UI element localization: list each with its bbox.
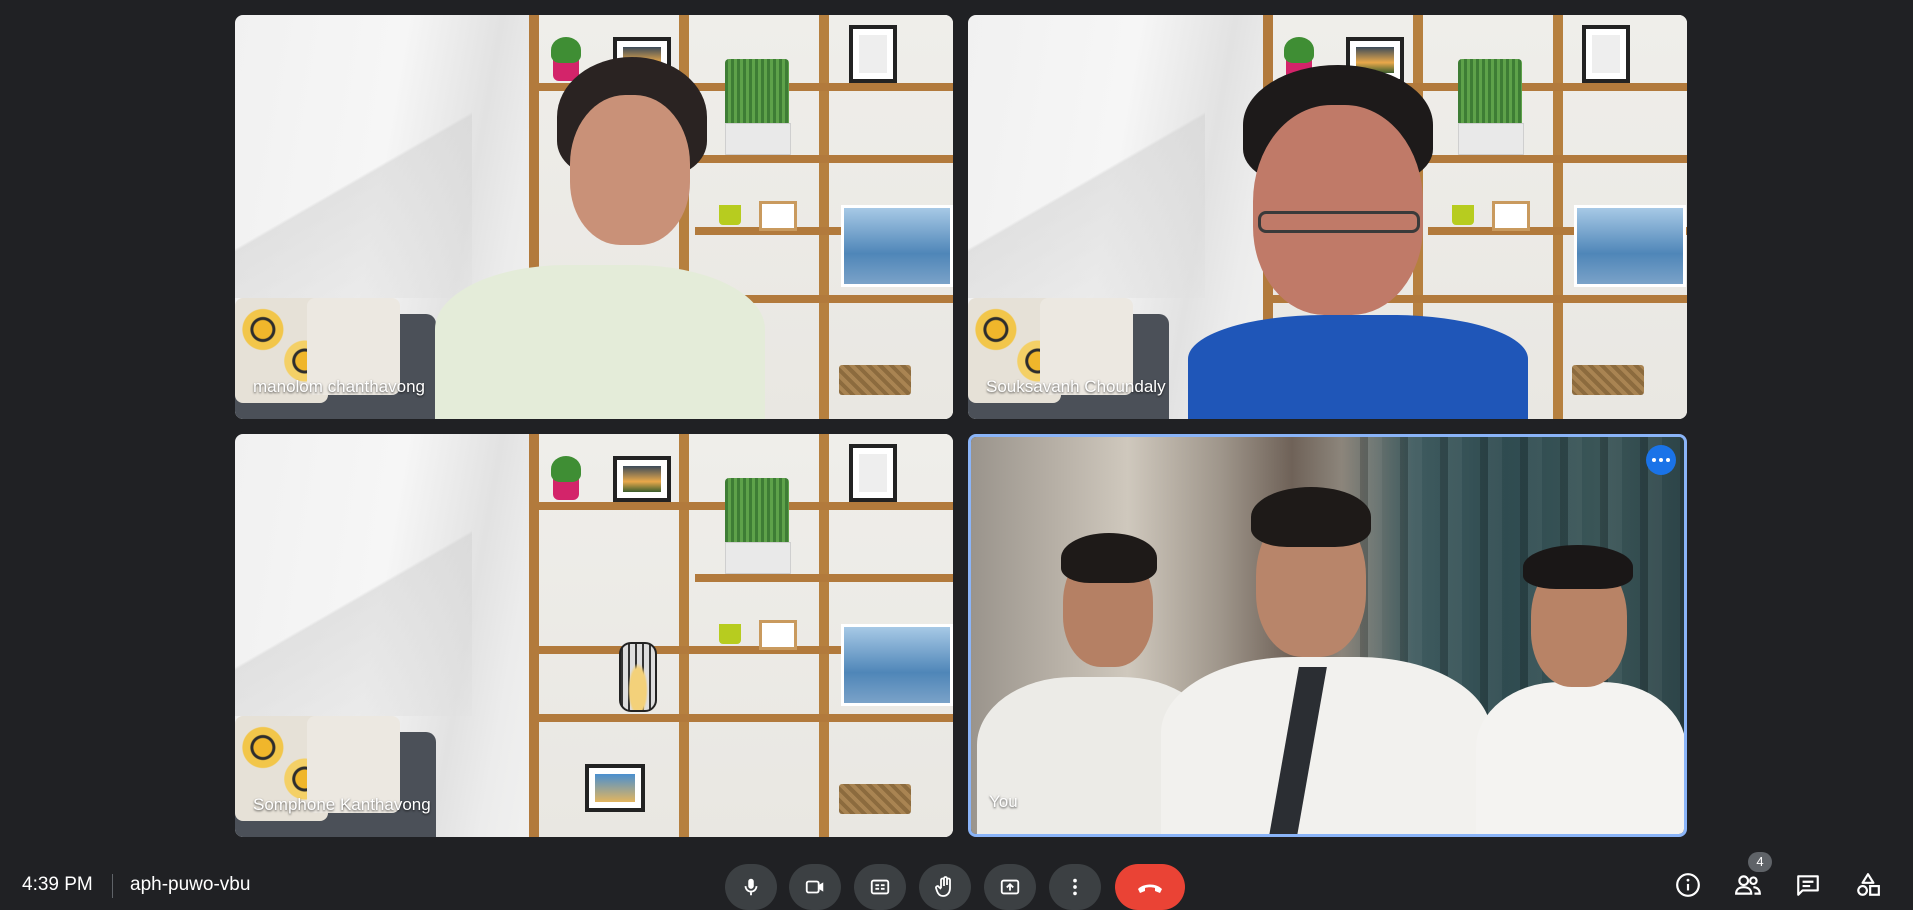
captions-icon (870, 879, 890, 895)
clock: 4:39 PM (22, 874, 93, 895)
shelf-plank (529, 714, 953, 722)
participant-hair (1061, 533, 1157, 583)
raise-hand-button[interactable] (919, 864, 971, 910)
basket (1572, 365, 1644, 395)
plant (1284, 37, 1314, 63)
captions-button[interactable] (854, 864, 906, 910)
picture-frame (849, 25, 897, 83)
landscape-picture (841, 205, 953, 287)
more-options-button[interactable] (1646, 445, 1676, 475)
more-options-menu-button[interactable] (1049, 864, 1101, 910)
shelf-plank (694, 155, 953, 163)
grass-plant (725, 478, 789, 542)
camera-icon (805, 880, 824, 894)
participant-count-badge: 4 (1748, 852, 1772, 872)
meeting-details-button[interactable] (1673, 870, 1703, 900)
basket (839, 365, 911, 395)
plant-pot (725, 123, 791, 155)
participant-face (570, 95, 690, 245)
plant (551, 456, 581, 482)
landscape-picture (841, 624, 953, 706)
participant-name: manolom chanthavong (253, 377, 426, 396)
microphone-icon (744, 878, 758, 896)
participant-hair (1251, 487, 1371, 547)
participant-hair (1523, 545, 1633, 589)
plant-pot (719, 624, 741, 644)
small-frame (759, 620, 797, 650)
chat-button[interactable] (1793, 870, 1823, 900)
divider (112, 874, 113, 898)
info-icon (1676, 873, 1700, 897)
small-frame (1492, 201, 1530, 231)
participant-body (435, 265, 765, 419)
present-button[interactable] (984, 864, 1036, 910)
meeting-controls-bar: 4:39 PM aph-puwo-vbu (0, 860, 1913, 910)
picture-frame (613, 456, 671, 502)
landscape-picture (1574, 205, 1686, 287)
participant-tile[interactable]: manolom chanthavong (235, 15, 953, 419)
small-frame (759, 201, 797, 231)
end-call-button[interactable] (1115, 864, 1185, 910)
participant-tile[interactable]: Souksavanh Choundaly (968, 15, 1687, 419)
participant-body (1161, 657, 1491, 834)
basket (839, 784, 911, 814)
participant-name: Somphone Kanthavong (253, 795, 431, 814)
lantern (619, 642, 657, 712)
wall-shadow (235, 514, 472, 717)
microphone-button[interactable] (725, 864, 777, 910)
plant-pot (1452, 205, 1474, 225)
grass-plant (725, 59, 789, 123)
raise-hand-icon (935, 876, 951, 897)
shelf-plank (694, 574, 953, 582)
activities-button[interactable] (1853, 870, 1883, 900)
self-view-tile[interactable]: You (968, 434, 1687, 837)
present-icon (1000, 879, 1020, 895)
picture-frame (849, 444, 897, 502)
more-vert-icon (1073, 878, 1077, 896)
plant (551, 37, 581, 63)
picture-frame (1582, 25, 1630, 83)
picture-frame (585, 764, 645, 812)
activities-icon (1857, 873, 1880, 896)
end-call-icon (1138, 884, 1162, 893)
wall-shadow (235, 95, 472, 298)
participant-tile[interactable]: Somphone Kanthavong (235, 434, 953, 837)
plant-pot (1458, 123, 1524, 155)
plant-pot (719, 205, 741, 225)
participant-face (1253, 105, 1423, 315)
participant-name: You (989, 792, 1018, 811)
participant-body (1188, 315, 1528, 419)
chat-icon (1797, 875, 1819, 896)
participant-body (1476, 682, 1684, 834)
shelf-plank (1428, 155, 1687, 163)
participant-name: Souksavanh Choundaly (986, 377, 1166, 396)
people-icon (1735, 875, 1761, 895)
camera-button[interactable] (789, 864, 841, 910)
people-button[interactable] (1733, 870, 1763, 900)
glasses (1258, 211, 1420, 233)
grass-plant (1458, 59, 1522, 123)
plant-pot (725, 542, 791, 574)
meeting-code: aph-puwo-vbu (130, 874, 251, 895)
wall-shadow (968, 95, 1206, 298)
